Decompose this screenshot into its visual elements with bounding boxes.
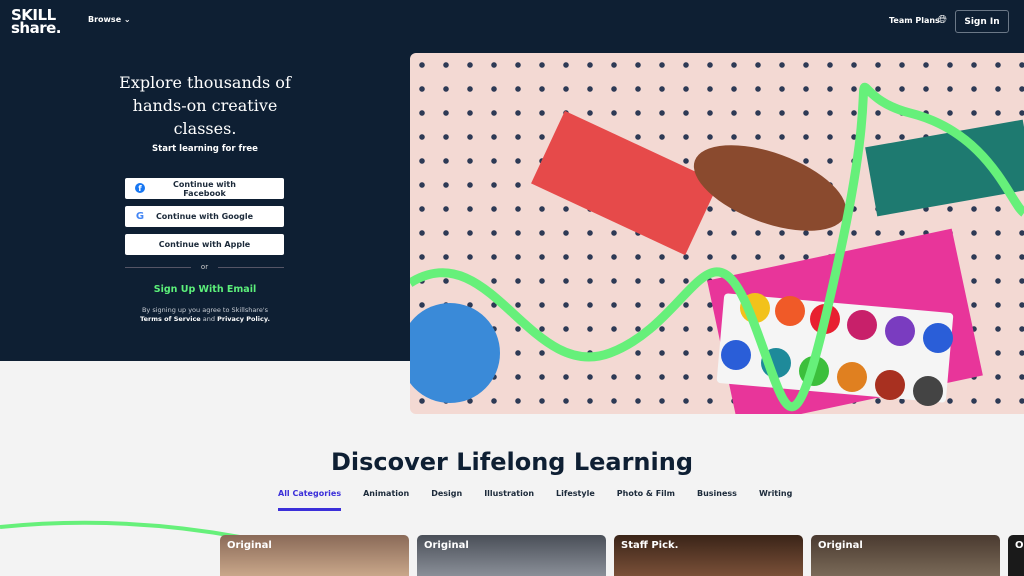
class-card[interactable]: Original [811, 535, 1000, 576]
tab-animation[interactable]: Animation [363, 489, 409, 511]
terms-link[interactable]: Terms of Service [140, 315, 201, 323]
card-badge: Staff Pick. [621, 540, 679, 551]
terms-prefix: By signing up you agree to Skillshare's [141, 306, 269, 314]
team-plans-link[interactable]: Team Plans [889, 16, 940, 25]
tab-photo-film[interactable]: Photo & Film [617, 489, 675, 511]
hero-illustration [410, 82, 1024, 414]
hero-section: SKILL share. Browse ⌄ Team Plans 🌐︎ Sign … [0, 0, 1024, 414]
facebook-icon: f [125, 183, 155, 194]
card-badge: O [1015, 540, 1024, 551]
terms-text: By signing up you agree to Skillshare's T… [110, 306, 300, 324]
sign-in-button[interactable]: Sign In [955, 10, 1009, 33]
tab-writing[interactable]: Writing [759, 489, 792, 511]
tab-design[interactable]: Design [431, 489, 462, 511]
google-button[interactable]: G Continue with Google [125, 206, 284, 227]
browse-menu[interactable]: Browse ⌄ [88, 15, 131, 24]
or-label: or [200, 263, 209, 271]
facebook-button[interactable]: f Continue with Facebook [125, 178, 284, 199]
card-badge: Original [818, 540, 863, 551]
category-tabs: All Categories Animation Design Illustra… [278, 489, 792, 511]
apple-button[interactable]: Continue with Apple [125, 234, 284, 255]
card-badge: Original [227, 540, 272, 551]
google-label: Continue with Google [155, 212, 254, 221]
discover-title: Discover Lifelong Learning [330, 448, 693, 476]
tab-illustration[interactable]: Illustration [484, 489, 534, 511]
hero-subtitle: Start learning for free [152, 144, 258, 154]
privacy-link[interactable]: Privacy Policy. [217, 315, 270, 323]
class-card[interactable]: O [1008, 535, 1024, 576]
globe-icon[interactable]: 🌐︎ [938, 13, 947, 27]
apple-label: Continue with Apple [158, 240, 251, 249]
skillshare-logo[interactable]: SKILL share. [11, 8, 62, 36]
terms-and: and [202, 315, 216, 323]
tab-all-categories[interactable]: All Categories [278, 489, 342, 511]
chevron-down-icon: ⌄ [123, 15, 131, 24]
class-card[interactable]: Original [417, 535, 606, 576]
class-card[interactable]: Original [220, 535, 409, 576]
decorative-green-line [0, 520, 240, 539]
hero-title: Explore thousands of hands-on creative c… [119, 73, 291, 138]
or-divider: or [125, 263, 285, 271]
sign-up-email-link[interactable]: Sign Up With Email [110, 284, 300, 295]
class-card[interactable]: Staff Pick. [614, 535, 803, 576]
tab-business[interactable]: Business [697, 489, 737, 511]
card-badge: Original [424, 540, 469, 551]
facebook-label: Continue with Facebook [173, 179, 236, 198]
hero-image [410, 53, 1024, 414]
browse-label: Browse [88, 15, 122, 24]
tab-lifestyle[interactable]: Lifestyle [556, 489, 595, 511]
google-icon: G [135, 211, 145, 222]
